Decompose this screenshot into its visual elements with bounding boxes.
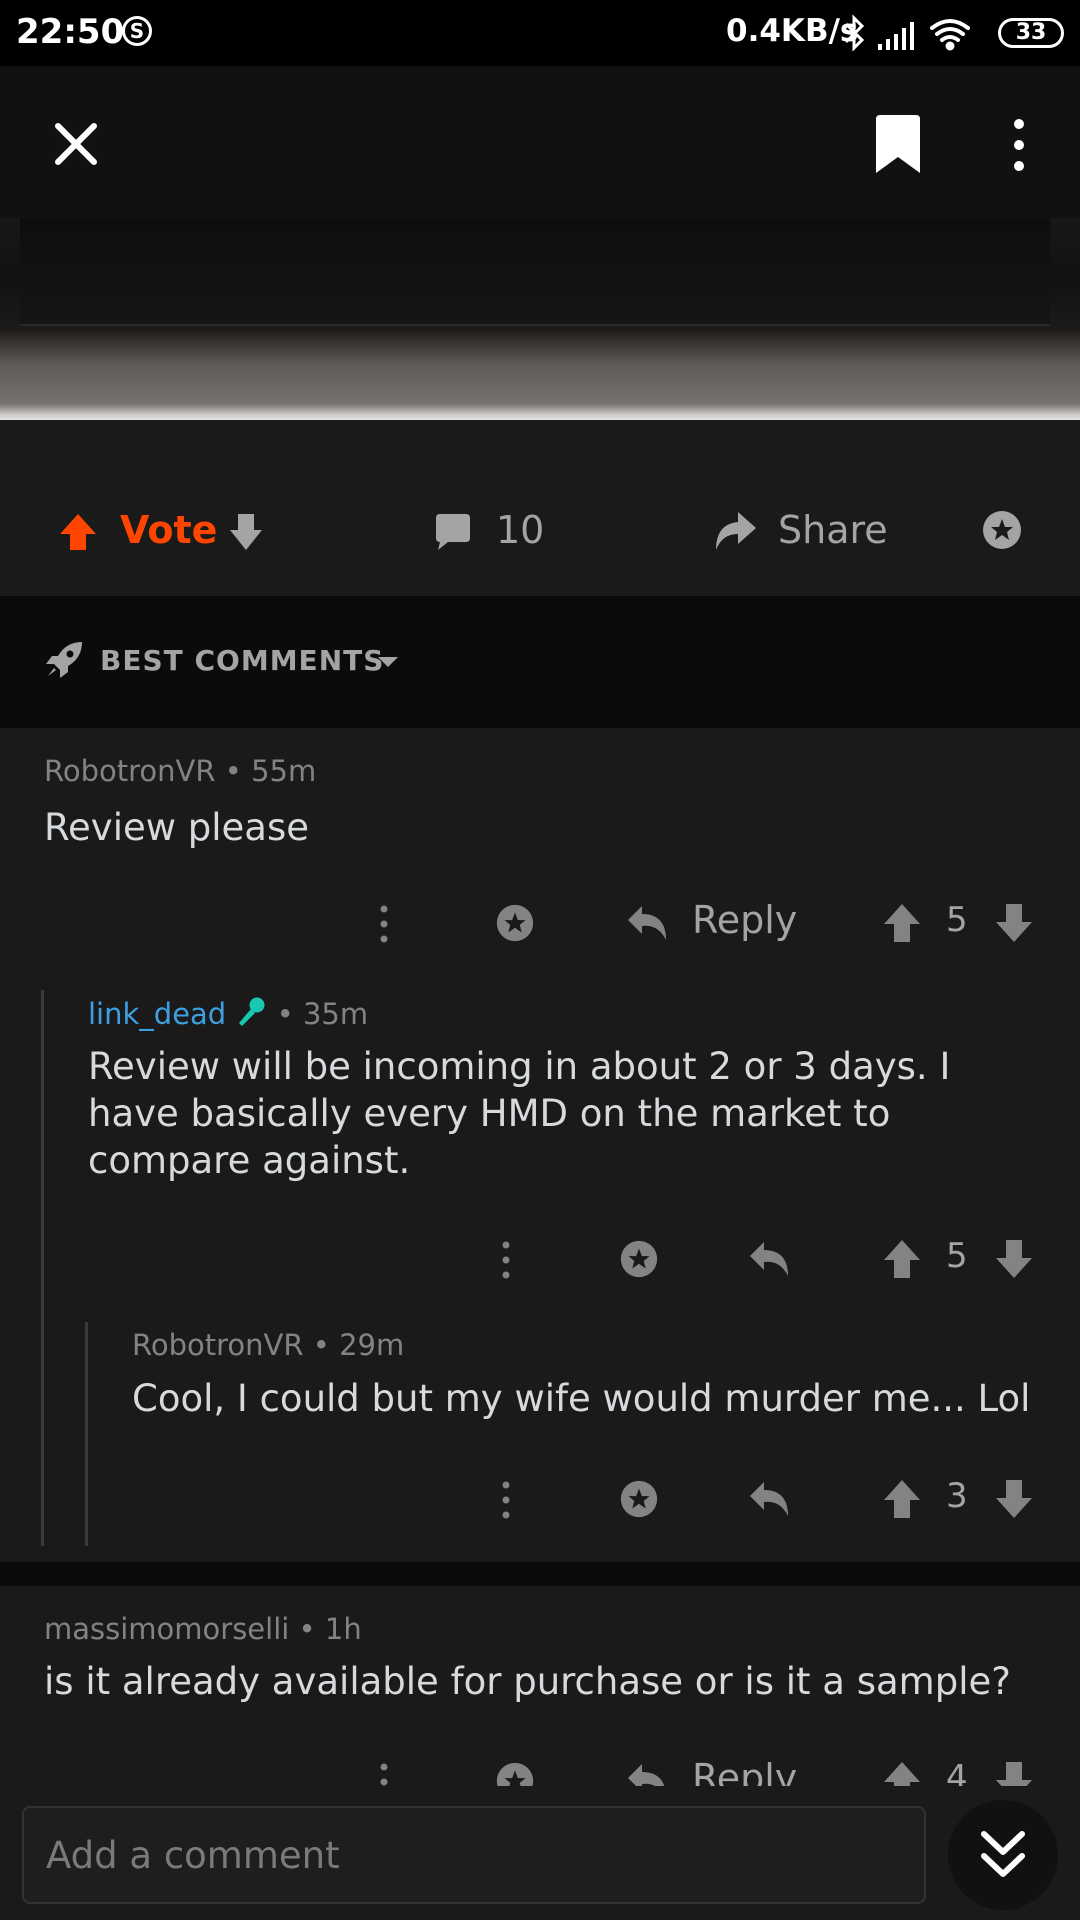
award-icon[interactable] [980,508,1024,556]
comments-count[interactable]: 10 [496,508,544,552]
rocket-icon [44,638,86,684]
more-vertical-icon[interactable] [376,904,392,948]
more-vertical-icon[interactable] [1004,118,1034,176]
comment-meta: RobotronVR • 55m [44,754,317,788]
comment-score: 5 [946,1236,968,1276]
comment-body: is it already available for purchase or … [44,1660,1011,1703]
comment-actions: 5 [0,1236,1080,1286]
scroll-to-next-button[interactable] [948,1800,1058,1910]
comment-separator [0,1562,1080,1586]
vote-label[interactable]: Vote [120,508,217,552]
post-action-bar: Vote 10 Share [0,420,1080,596]
status-bar: 22:50 S 0.4KB/s 33 [0,0,1080,66]
comment-actions: 3 [0,1476,1080,1526]
comment-actions: Reply 5 [0,898,1080,950]
bookmark-icon[interactable] [872,115,924,179]
microphone-icon [235,996,267,1035]
comment-body: Review will be incoming in about 2 or 3 … [88,1045,951,1182]
post-image[interactable] [0,218,1080,420]
comment-body: Cool, I could but my wife would murder m… [132,1377,1031,1420]
comments-icon[interactable] [432,512,472,556]
comment-reply: link_dead • 35m Review will be incoming … [0,986,1080,1562]
reply-label[interactable]: Reply [692,898,797,942]
status-time: 22:50 [16,12,125,52]
more-vertical-icon[interactable] [376,1762,392,1786]
close-icon[interactable] [50,118,102,174]
award-icon[interactable] [618,1238,660,1284]
upvote-icon[interactable] [882,1238,922,1284]
reply-icon[interactable] [626,1760,670,1786]
comment-author[interactable]: RobotronVR [44,754,216,788]
post-image-inner [20,218,1050,326]
downvote-icon[interactable] [226,510,266,558]
comment-actions: Reply 4 [0,1756,1080,1786]
app-bar [0,66,1080,218]
award-icon[interactable] [494,902,536,948]
more-vertical-icon[interactable] [498,1480,514,1524]
comment-input[interactable]: Add a comment [22,1806,926,1904]
upvote-icon[interactable] [882,1478,922,1524]
comment-author[interactable]: link_dead [88,997,226,1031]
comment-composer: Add a comment [0,1786,1080,1920]
downvote-icon[interactable] [994,1760,1034,1786]
sort-label[interactable]: BEST COMMENTS [100,644,384,677]
system-icons [842,12,992,60]
share-label[interactable]: Share [778,508,888,552]
comment-author[interactable]: RobotronVR [132,1328,304,1362]
comment-author[interactable]: massimomorselli [44,1612,289,1646]
reply-icon[interactable] [748,1478,792,1524]
more-vertical-icon[interactable] [498,1240,514,1284]
upvote-icon[interactable] [56,510,100,558]
downvote-icon[interactable] [994,1478,1034,1524]
award-icon[interactable] [618,1478,660,1524]
downvote-icon[interactable] [994,1238,1034,1284]
upvote-icon[interactable] [882,902,922,948]
comment-meta: RobotronVR • 29m [132,1328,405,1362]
comment: RobotronVR • 55m Review please Reply 5 [0,728,1080,986]
double-chevron-down-icon [981,1831,1025,1877]
comment-age: 1h [324,1612,362,1646]
comment-score: 5 [946,900,968,940]
wifi-icon [930,19,970,51]
upvote-icon[interactable] [882,1760,922,1786]
bluetooth-icon [844,14,865,52]
comment-meta: link_dead • 35m [88,996,368,1035]
award-icon[interactable] [494,1760,536,1786]
comment-age: 35m [302,997,369,1031]
signal-icon [878,22,914,50]
comment-score: 4 [946,1758,968,1786]
comment-input-placeholder: Add a comment [46,1834,340,1877]
s-app-icon: S [122,16,152,46]
reply-icon[interactable] [626,902,670,948]
reply-label[interactable]: Reply [692,1756,797,1786]
reply-icon[interactable] [748,1238,792,1284]
comment-sort-bar[interactable]: BEST COMMENTS [0,596,1080,728]
share-icon[interactable] [712,510,758,556]
comment-body: Review please [44,806,310,849]
downvote-icon[interactable] [994,902,1034,948]
comment-meta: massimomorselli • 1h [44,1612,362,1646]
comment: massimomorselli • 1h is it already avail… [0,1586,1080,1786]
network-speed: 0.4KB/s [726,13,859,49]
comment-age: 29m [339,1328,405,1362]
battery-icon: 33 [998,18,1064,48]
chevron-down-icon[interactable] [376,654,400,673]
comment-score: 3 [946,1476,968,1516]
comment-age: 55m [251,754,317,788]
